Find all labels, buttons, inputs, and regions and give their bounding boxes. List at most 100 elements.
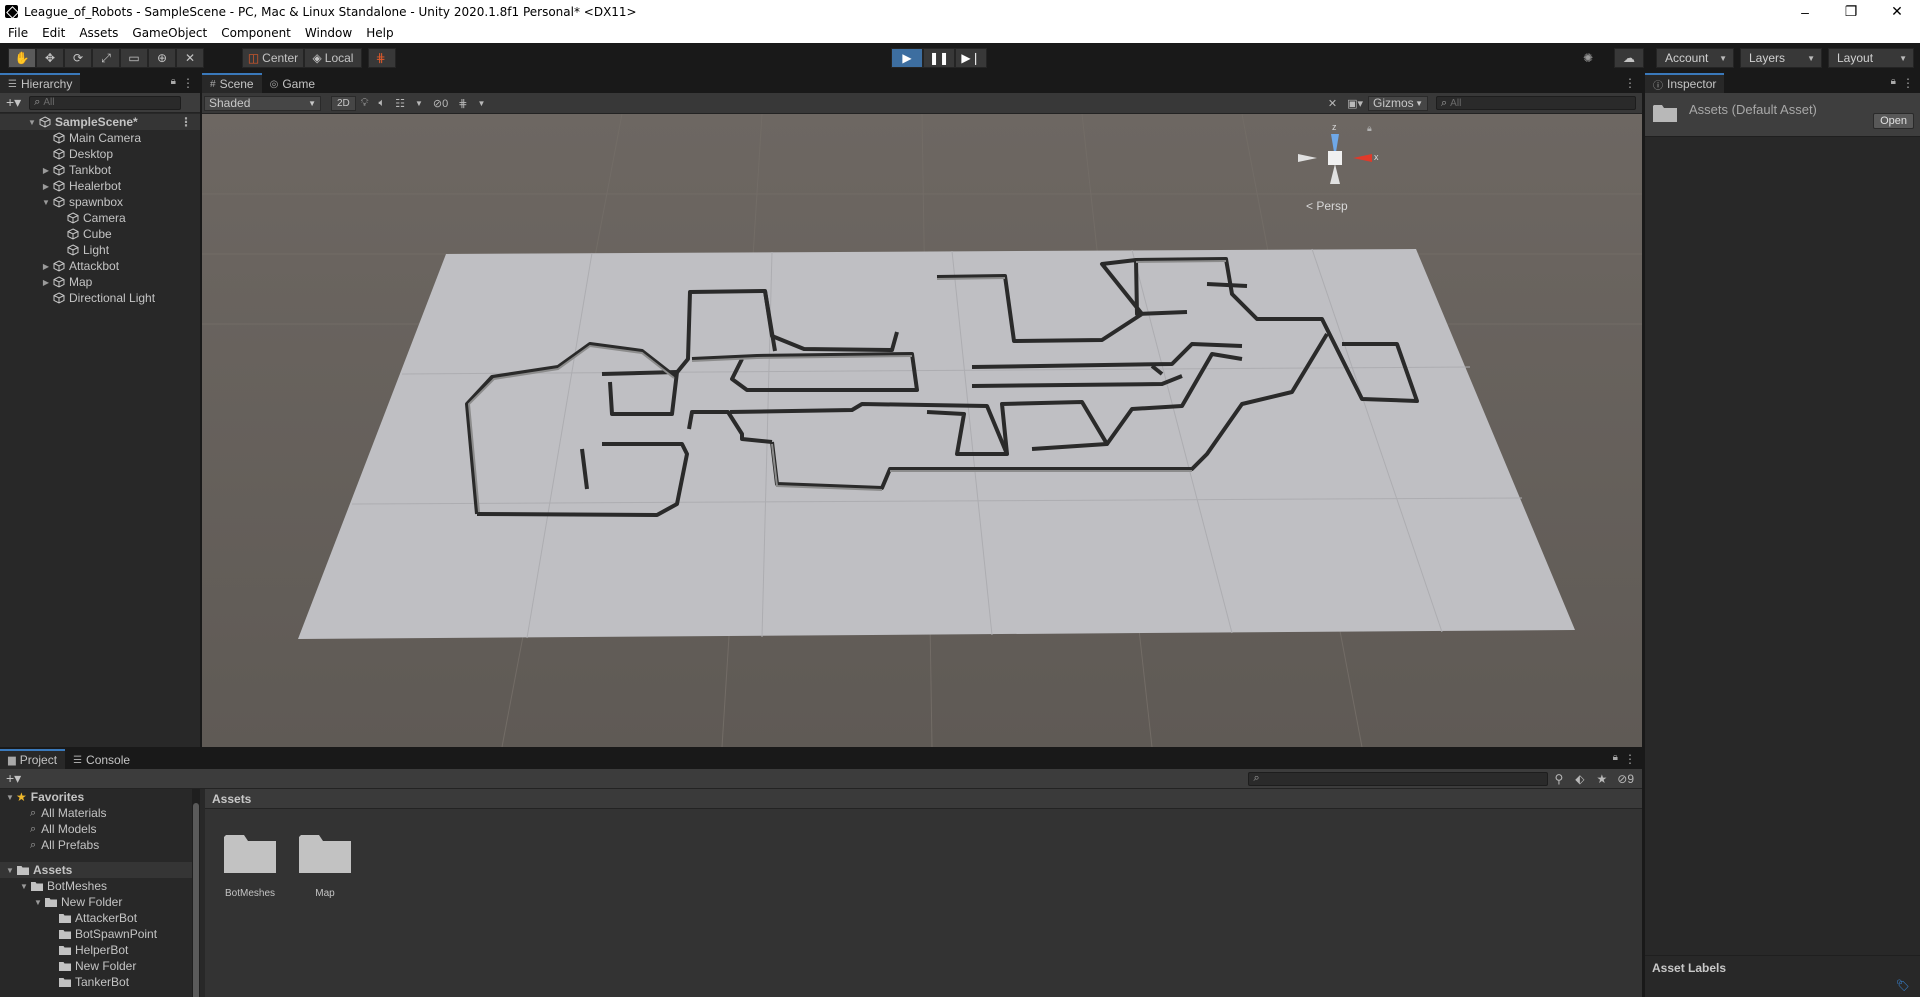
hidden-packages-icon[interactable]: ⊘9	[1617, 772, 1634, 786]
scene-viewport[interactable]: z x 🔒︎ < Persp	[202, 114, 1642, 747]
project-search[interactable]: ⌕	[1248, 771, 1549, 786]
visibility-toggle-icon[interactable]: ⊘0	[433, 97, 448, 110]
project-folder-item[interactable]: ▼ BotMeshes	[0, 878, 197, 894]
lock-icon[interactable]: 🔒︎	[1613, 752, 1618, 763]
shading-mode-dropdown[interactable]: Shaded ▼	[204, 95, 321, 111]
project-folder-item[interactable]: BotSpawnPoint	[0, 926, 197, 942]
tools-icon[interactable]: ✕	[1328, 97, 1337, 110]
gizmo-neg-x-axis[interactable]	[1298, 154, 1317, 162]
hierarchy-item[interactable]: Directional Light	[0, 290, 200, 306]
restore-button[interactable]: ❐	[1828, 0, 1874, 23]
collab-button[interactable]: ☁	[1614, 48, 1644, 68]
chevron-down-icon[interactable]: ▼	[4, 866, 16, 875]
move-tool-button[interactable]: ✥	[36, 48, 64, 68]
menu-component[interactable]: Component	[221, 26, 291, 40]
close-button[interactable]: ✕	[1874, 0, 1920, 23]
menu-edit[interactable]: Edit	[42, 26, 65, 40]
hierarchy-item[interactable]: ▶ Map	[0, 274, 200, 290]
gizmos-dropdown[interactable]: Gizmos ▼	[1368, 95, 1428, 111]
scene-row[interactable]: ▼ SampleScene* ⋮	[0, 114, 200, 130]
hierarchy-item[interactable]: Light	[0, 242, 200, 258]
account-dropdown[interactable]: Account ▼	[1656, 48, 1734, 68]
chevron-right-icon[interactable]: ▶	[40, 182, 52, 191]
chevron-down-icon[interactable]: ▼	[477, 99, 485, 108]
camera-icon[interactable]: ▣▾	[1347, 97, 1363, 110]
panel-menu-icon[interactable]: ⋮	[1624, 76, 1636, 90]
hierarchy-item[interactable]: Camera	[0, 210, 200, 226]
menu-window[interactable]: Window	[305, 26, 352, 40]
asset-folder-botmeshes[interactable]: BotMeshes	[215, 831, 285, 899]
open-button[interactable]: Open	[1873, 113, 1914, 129]
audio-toggle-icon[interactable]: 🔈︎	[379, 97, 386, 110]
hand-tool-button[interactable]: ✋	[8, 48, 36, 68]
hierarchy-item[interactable]: ▶ Healerbot	[0, 178, 200, 194]
favorite-item[interactable]: ⌕ All Models	[0, 821, 197, 837]
minimize-button[interactable]: –	[1782, 0, 1828, 23]
project-folder-item[interactable]: TankerBot	[0, 974, 197, 990]
tab-inspector[interactable]: ⓘ Inspector	[1645, 73, 1725, 93]
chevron-right-icon[interactable]: ▶	[40, 278, 52, 287]
hierarchy-item[interactable]: Main Camera	[0, 130, 200, 146]
lighting-toggle-icon[interactable]: 💡︎	[361, 97, 369, 110]
tag-icon[interactable]: 🏷︎	[1896, 979, 1912, 992]
rect-tool-button[interactable]: ▭	[120, 48, 148, 68]
tab-project[interactable]: ▆ Project	[0, 749, 66, 769]
hierarchy-search[interactable]: ⌕	[29, 95, 182, 110]
chevron-right-icon[interactable]: ▶	[40, 166, 52, 175]
rotate-tool-button[interactable]: ⟳	[64, 48, 92, 68]
menu-help[interactable]: Help	[366, 26, 393, 40]
gizmo-center[interactable]	[1328, 151, 1342, 165]
grid-toggle-icon[interactable]: ⋕	[458, 97, 467, 110]
layout-dropdown[interactable]: Layout ▼	[1828, 48, 1914, 68]
project-folder-item[interactable]: New Folder	[0, 958, 197, 974]
lock-icon[interactable]: 🔒︎	[1891, 76, 1896, 87]
favorite-item[interactable]: ⌕ All Prefabs	[0, 837, 197, 853]
project-tree-scrollbar[interactable]	[192, 789, 200, 997]
tab-console[interactable]: ☰ Console	[65, 749, 139, 769]
lock-icon[interactable]: 🔒︎	[171, 76, 176, 87]
gizmo-x-axis[interactable]	[1353, 154, 1372, 162]
chevron-down-icon[interactable]: ▼	[415, 99, 423, 108]
chevron-down-icon[interactable]: ▼	[26, 118, 38, 127]
chevron-down-icon[interactable]: ▼	[4, 793, 16, 802]
grid-snap-button[interactable]: ⋕	[368, 48, 396, 68]
scale-tool-button[interactable]: ⤢	[92, 48, 120, 68]
hierarchy-item[interactable]: ▶ Attackbot	[0, 258, 200, 274]
custom-tool-button[interactable]: ✕	[176, 48, 204, 68]
scene-render[interactable]: z x 🔒︎ < Persp	[202, 114, 1642, 747]
project-folder-item[interactable]: HelperBot	[0, 942, 197, 958]
project-folder-item[interactable]: AttackerBot	[0, 910, 197, 926]
menu-assets[interactable]: Assets	[79, 26, 118, 40]
hierarchy-item[interactable]: Desktop	[0, 146, 200, 162]
create-dropdown-icon[interactable]: +▾	[6, 770, 21, 787]
project-folder-item[interactable]: ▼ New Folder	[0, 894, 197, 910]
chevron-down-icon[interactable]: ▼	[18, 882, 30, 891]
space-local-button[interactable]: ◈ Local	[304, 48, 362, 68]
scene-search-input[interactable]	[1450, 97, 1635, 109]
panel-menu-icon[interactable]: ⋮	[182, 76, 194, 90]
pivot-center-button[interactable]: ◫ Center	[242, 48, 304, 68]
services-icon[interactable]: ✺	[1583, 51, 1593, 65]
scene-search[interactable]: ⌕	[1436, 96, 1636, 110]
favorite-item[interactable]: ⌕ All Materials	[0, 805, 197, 821]
gizmo-lock-icon[interactable]: 🔒︎	[1367, 123, 1372, 133]
play-button[interactable]: ▶	[891, 48, 923, 68]
scrollbar-thumb[interactable]	[193, 803, 199, 997]
layers-dropdown[interactable]: Layers ▼	[1740, 48, 1822, 68]
menu-file[interactable]: File	[8, 26, 28, 40]
project-search-input[interactable]	[1262, 773, 1548, 784]
project-breadcrumb[interactable]: Assets	[205, 789, 1642, 809]
asset-folder-map[interactable]: Map	[290, 831, 360, 899]
pause-button[interactable]: ❚❚	[923, 48, 955, 68]
persp-label[interactable]: < Persp	[1306, 199, 1348, 213]
chevron-right-icon[interactable]: ▶	[40, 262, 52, 271]
scene-menu-icon[interactable]: ⋮	[180, 115, 192, 129]
create-dropdown-icon[interactable]: +▾	[6, 94, 21, 111]
gizmo-y-axis[interactable]	[1330, 164, 1340, 184]
tab-game[interactable]: ◎ Game	[261, 73, 324, 93]
step-button[interactable]: ▶❘	[955, 48, 987, 68]
menu-gameobject[interactable]: GameObject	[132, 26, 207, 40]
filter-label-icon[interactable]: ⬖	[1575, 772, 1584, 786]
tab-scene[interactable]: # Scene	[202, 73, 262, 93]
panel-menu-icon[interactable]: ⋮	[1902, 76, 1914, 90]
